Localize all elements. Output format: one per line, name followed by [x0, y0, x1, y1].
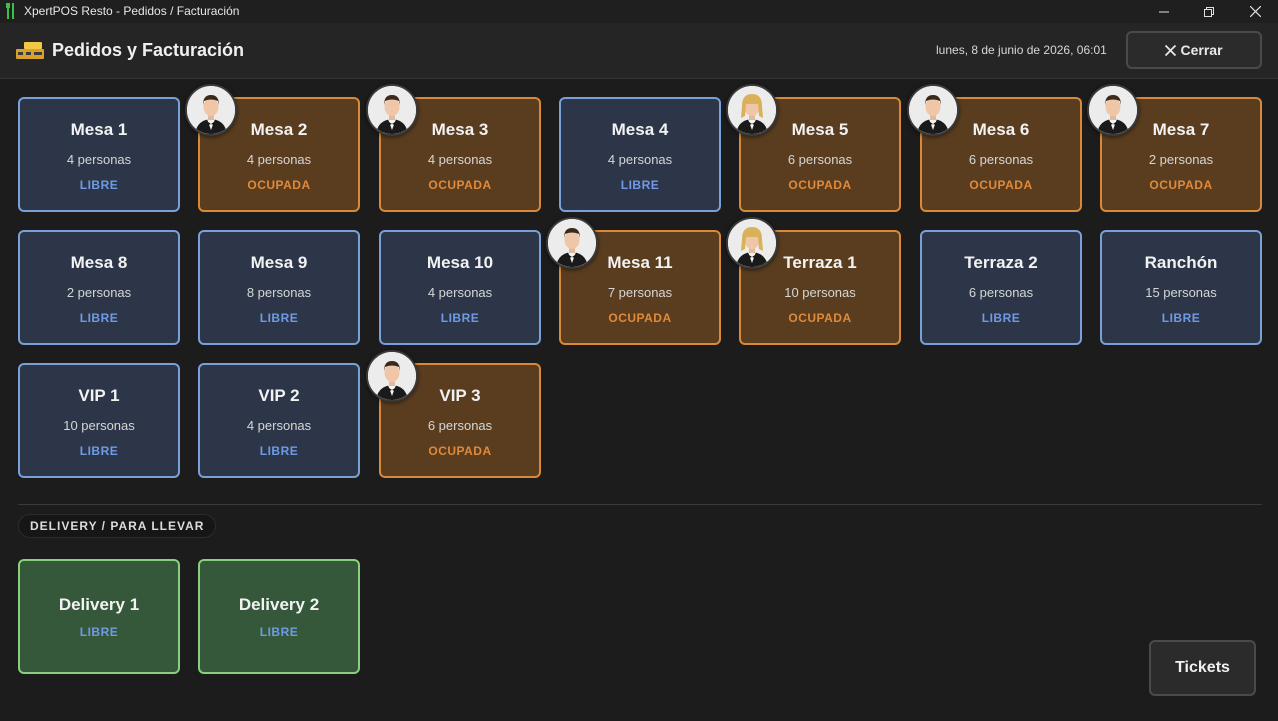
waiter-avatar	[726, 84, 778, 136]
table-card-status: LIBRE	[259, 444, 299, 458]
table-card-name: VIP 2	[258, 386, 300, 405]
table-card-capacity: 6 personas	[968, 152, 1034, 167]
table-card-status: LIBRE	[620, 178, 660, 192]
page-header: Pedidos y Facturación lunes, 8 de junio …	[0, 23, 1278, 79]
restore-icon	[1204, 6, 1214, 17]
waiter-avatar	[546, 217, 598, 269]
waiter-avatar	[1087, 84, 1139, 136]
waiter-avatar	[907, 84, 959, 136]
table-card-name: Mesa 1	[70, 120, 128, 139]
table-card-status: LIBRE	[79, 444, 119, 458]
close-icon	[1165, 44, 1177, 56]
restore-button[interactable]	[1186, 0, 1232, 23]
table-card-name: Mesa 8	[70, 253, 128, 272]
table-card[interactable]: Terraza 2 6 personas LIBRE	[920, 230, 1082, 345]
delivery-section-label: DELIVERY / PARA LLEVAR	[18, 514, 217, 538]
table-card-capacity: 4 personas	[427, 152, 493, 167]
table-card[interactable]: Mesa 24 personas OCUPADA	[185, 84, 360, 212]
table-card-status: OCUPADA	[969, 178, 1033, 192]
minimize-button[interactable]	[1141, 0, 1187, 23]
table-card-capacity: 7 personas	[607, 285, 673, 300]
utensils-icon	[6, 3, 14, 19]
table-card-status: LIBRE	[79, 178, 119, 192]
table-card-name: Mesa 9	[250, 253, 308, 272]
delivery-card-name: Delivery 2	[238, 595, 320, 614]
tickets-button[interactable]: Tickets	[1149, 640, 1256, 696]
table-card-capacity: 6 personas	[968, 285, 1034, 300]
table-card[interactable]: Ranchón 15 personas LIBRE	[1100, 230, 1262, 345]
table-card-capacity: 4 personas	[246, 152, 312, 167]
cash-register-icon	[16, 42, 44, 59]
table-card[interactable]: VIP 2 4 personas LIBRE	[198, 363, 360, 478]
table-card-status: LIBRE	[79, 311, 119, 325]
table-card-capacity: 4 personas	[427, 285, 493, 300]
table-card-name: Mesa 4	[611, 120, 669, 139]
table-card-capacity: 10 personas	[63, 418, 135, 433]
delivery-card[interactable]: Delivery 1 LIBRE	[18, 559, 180, 674]
waiter-avatar	[366, 350, 418, 402]
table-card[interactable]: Mesa 4 4 personas LIBRE	[559, 97, 721, 212]
table-card[interactable]: Mesa 11 7 personas OCUPADA	[546, 217, 721, 345]
delivery-card-status: LIBRE	[79, 625, 119, 639]
minimize-icon	[1159, 11, 1169, 12]
close-icon	[1249, 6, 1261, 17]
table-card[interactable]: VIP 36 personas OCUPADA	[366, 350, 541, 478]
waiter-avatar	[185, 84, 237, 136]
window-title: XpertPOS Resto - Pedidos / Facturación	[24, 4, 240, 18]
section-divider	[18, 504, 1262, 505]
table-card[interactable]: Mesa 9 8 personas LIBRE	[198, 230, 360, 345]
table-card[interactable]: Mesa 34 personas OCUPADA	[366, 84, 541, 212]
table-card[interactable]: Mesa 56 personas OCUPADA	[726, 84, 901, 212]
table-card-capacity: 6 personas	[427, 418, 493, 433]
table-card-status: OCUPADA	[1149, 178, 1213, 192]
delivery-card-name: Delivery 1	[58, 595, 140, 614]
table-card[interactable]: Mesa 72 personas OCUPADA	[1087, 84, 1262, 212]
table-card-capacity: 10 personas	[784, 285, 856, 300]
page-title: Pedidos y Facturación	[52, 40, 245, 60]
table-card-name: Mesa 10	[426, 253, 494, 272]
close-button-label: Cerrar	[1180, 42, 1223, 58]
table-card-status: OCUPADA	[428, 444, 492, 458]
waiter-avatar	[726, 217, 778, 269]
delivery-card-status: LIBRE	[259, 625, 299, 639]
table-card-capacity: 2 personas	[66, 285, 132, 300]
close-button[interactable]: Cerrar	[1126, 31, 1262, 69]
table-card[interactable]: Terraza 1 10 personas OCUPADA	[726, 217, 901, 345]
table-card-capacity: 15 personas	[1145, 285, 1217, 300]
table-card-capacity: 4 personas	[246, 418, 312, 433]
table-card-name: Terraza 2	[964, 253, 1038, 272]
waiter-avatar	[366, 84, 418, 136]
table-card-capacity: 2 personas	[1148, 152, 1214, 167]
table-card-status: LIBRE	[1161, 311, 1201, 325]
table-card-name: Ranchón	[1144, 253, 1218, 272]
current-datetime: lunes, 8 de junio de 2026, 06:01	[936, 43, 1107, 57]
table-card-status: LIBRE	[981, 311, 1021, 325]
delivery-card[interactable]: Delivery 2 LIBRE	[198, 559, 360, 674]
table-card-status: LIBRE	[259, 311, 299, 325]
table-card[interactable]: Mesa 8 2 personas LIBRE	[18, 230, 180, 345]
table-card-status: OCUPADA	[428, 178, 492, 192]
table-card[interactable]: Mesa 1 4 personas LIBRE	[18, 97, 180, 212]
table-card-capacity: 4 personas	[66, 152, 132, 167]
table-card[interactable]: VIP 1 10 personas LIBRE	[18, 363, 180, 478]
table-card[interactable]: Mesa 10 4 personas LIBRE	[379, 230, 541, 345]
table-card-capacity: 4 personas	[607, 152, 673, 167]
table-card-status: OCUPADA	[788, 178, 852, 192]
table-card-capacity: 8 personas	[246, 285, 312, 300]
table-card-status: LIBRE	[440, 311, 480, 325]
table-card-status: OCUPADA	[608, 311, 672, 325]
table-card-capacity: 6 personas	[787, 152, 853, 167]
table-card-status: OCUPADA	[788, 311, 852, 325]
table-card-name: VIP 1	[78, 386, 120, 405]
table-card-status: OCUPADA	[247, 178, 311, 192]
window-titlebar: XpertPOS Resto - Pedidos / Facturación	[0, 0, 1278, 23]
window-close-button[interactable]	[1232, 0, 1278, 23]
table-card[interactable]: Mesa 66 personas OCUPADA	[907, 84, 1082, 212]
